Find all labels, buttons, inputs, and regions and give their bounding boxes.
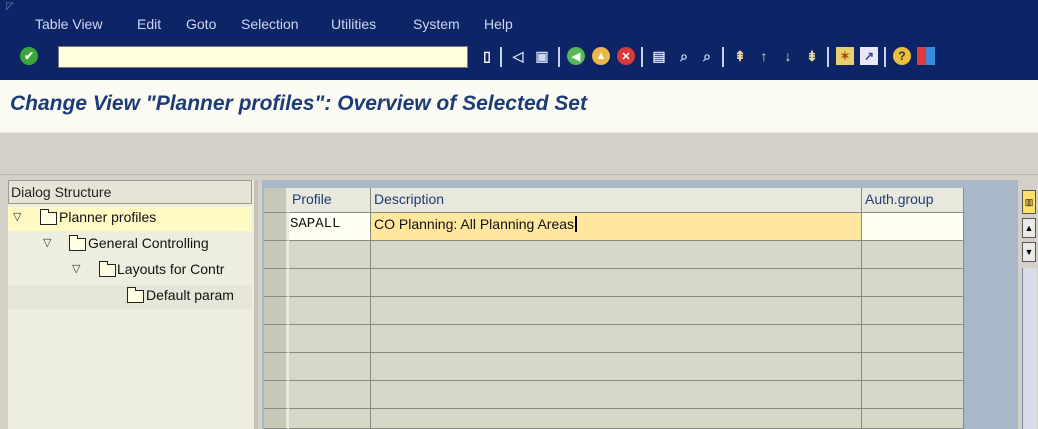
menu-utilities[interactable]: Utilities: [331, 16, 376, 32]
empty-cell[interactable]: [371, 409, 862, 429]
expand-triangle-icon[interactable]: ▽: [13, 210, 21, 223]
previous-page-icon[interactable]: ↑: [755, 47, 773, 65]
title-bar: Change View "Planner profiles": Overview…: [0, 80, 1038, 132]
print-icon[interactable]: ▤: [650, 47, 668, 65]
tree-item-label: General Controlling: [88, 235, 209, 251]
column-header-description[interactable]: Description: [371, 188, 862, 213]
empty-cell[interactable]: [862, 241, 964, 269]
create-session-icon[interactable]: ✶: [836, 47, 854, 65]
empty-cell[interactable]: [371, 353, 862, 381]
description-value: CO Planning: All Planning Areas: [374, 216, 575, 232]
expand-triangle-icon[interactable]: ▽: [72, 262, 80, 275]
empty-cell[interactable]: [371, 325, 862, 353]
toolbar-separator: [884, 47, 886, 67]
empty-cell[interactable]: [862, 325, 964, 353]
back-arrow-icon[interactable]: ◁: [509, 47, 527, 65]
empty-cell[interactable]: [371, 381, 862, 409]
create-shortcut-icon[interactable]: ↗: [860, 47, 878, 65]
toolbar-separator: [827, 47, 829, 67]
menu-edit[interactable]: Edit: [137, 16, 161, 32]
vertical-scrollbar[interactable]: [1022, 268, 1037, 429]
profile-cell[interactable]: SAPALL: [289, 213, 371, 241]
enter-icon[interactable]: ✔: [20, 47, 38, 65]
tree-item-default-param[interactable]: Default param: [8, 285, 252, 309]
dialog-structure-header: Dialog Structure: [8, 180, 252, 204]
menu-system[interactable]: System: [413, 16, 460, 32]
empty-cell[interactable]: [371, 297, 862, 325]
column-header-profile[interactable]: Profile: [289, 188, 371, 213]
first-page-icon[interactable]: ⇞: [731, 47, 749, 65]
scroll-down-button[interactable]: ▼: [1022, 242, 1036, 262]
window-menu-icon[interactable]: ◸: [6, 1, 14, 12]
empty-cell[interactable]: [862, 269, 964, 297]
page-title: Change View "Planner profiles": Overview…: [10, 92, 587, 115]
toolbar-separator: [722, 47, 724, 67]
folder-icon: [69, 235, 86, 251]
menu-goto[interactable]: Goto: [186, 16, 216, 32]
text-cursor: [575, 216, 578, 232]
empty-cell[interactable]: [862, 353, 964, 381]
table-control-area: Profile Description Auth.group SAPALL CO…: [262, 180, 1018, 429]
empty-cell[interactable]: [371, 269, 862, 297]
menu-bar: ◸ Table View Edit Goto Selection Utiliti…: [0, 0, 1038, 35]
toolbar-separator: [558, 47, 560, 67]
folder-icon: [127, 287, 144, 303]
row-selector[interactable]: [264, 381, 289, 409]
empty-cell[interactable]: [289, 409, 371, 429]
help-icon[interactable]: ?: [893, 47, 911, 65]
column-header-auth-group[interactable]: Auth.group: [862, 188, 964, 213]
tree-item-label: Planner profiles: [59, 209, 157, 225]
open-folder-icon: [40, 209, 57, 225]
save-icon[interactable]: ▣: [533, 47, 551, 65]
empty-cell[interactable]: [371, 241, 862, 269]
cancel-icon[interactable]: ✕: [617, 47, 635, 65]
application-toolbar: [0, 132, 1038, 175]
row-selector[interactable]: [264, 353, 289, 381]
tree-item-label: Layouts for Contr: [117, 261, 225, 277]
tree-item-label: Default param: [146, 287, 234, 303]
description-cell[interactable]: CO Planning: All Planning Areas: [371, 213, 862, 241]
menu-table-view[interactable]: Table View: [35, 16, 102, 32]
empty-cell[interactable]: [289, 269, 371, 297]
tree-item-general-controlling[interactable]: ▽ General Controlling: [8, 233, 252, 257]
expand-triangle-icon[interactable]: ▽: [43, 236, 51, 249]
toolbar-separator: [641, 47, 643, 67]
row-selector[interactable]: [264, 297, 289, 325]
row-selector[interactable]: [264, 241, 289, 269]
command-history-icon[interactable]: ▯: [478, 47, 496, 65]
toolbar-separator: [500, 47, 502, 67]
row-selector[interactable]: [264, 409, 289, 429]
find-icon[interactable]: ⌕: [675, 47, 693, 65]
exit-icon[interactable]: ▲: [592, 47, 610, 65]
tree-item-layouts[interactable]: ▽ Layouts for Contr: [8, 259, 252, 283]
select-all-column-header[interactable]: [264, 188, 289, 213]
menu-selection[interactable]: Selection: [241, 16, 299, 32]
row-selector[interactable]: [264, 213, 289, 241]
empty-cell[interactable]: [289, 325, 371, 353]
column-settings-icon[interactable]: ▥: [1022, 190, 1036, 214]
back-icon[interactable]: ◀: [567, 47, 585, 65]
empty-cell[interactable]: [289, 353, 371, 381]
folder-icon: [99, 261, 116, 277]
empty-cell[interactable]: [289, 241, 371, 269]
dialog-structure-panel: Dialog Structure ▽ Planner profiles ▽ Ge…: [8, 180, 258, 429]
menu-help[interactable]: Help: [484, 16, 513, 32]
last-page-icon[interactable]: ⇟: [803, 47, 821, 65]
command-field[interactable]: [58, 46, 468, 68]
empty-cell[interactable]: [862, 409, 964, 429]
layout-menu-icon[interactable]: [917, 47, 935, 65]
scroll-up-button[interactable]: ▲: [1022, 218, 1036, 238]
empty-cell[interactable]: [862, 381, 964, 409]
standard-toolbar: ✔ ▯ ◁ ▣ ◀ ▲ ✕ ▤ ⌕ ⌕ ⇞ ↑ ↓ ⇟ ✶ ↗ ?: [0, 35, 1038, 80]
row-selector[interactable]: [264, 325, 289, 353]
empty-cell[interactable]: [289, 381, 371, 409]
empty-cell[interactable]: [862, 297, 964, 325]
empty-cell[interactable]: [289, 297, 371, 325]
find-next-icon[interactable]: ⌕: [698, 47, 716, 65]
row-selector[interactable]: [264, 269, 289, 297]
auth-group-cell[interactable]: [862, 213, 964, 241]
tree-item-planner-profiles[interactable]: ▽ Planner profiles: [8, 207, 252, 231]
next-page-icon[interactable]: ↓: [779, 47, 797, 65]
